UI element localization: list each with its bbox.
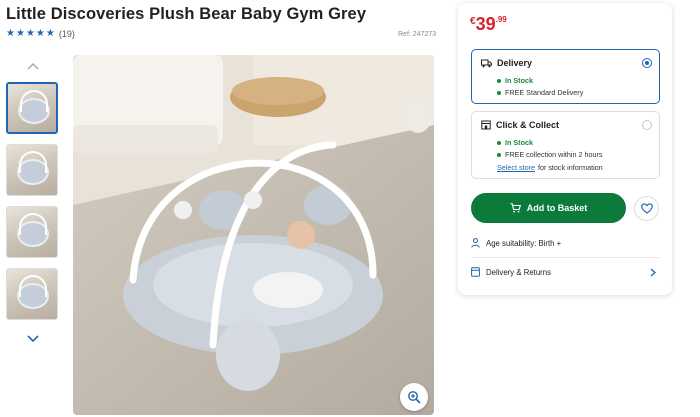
thumbnail[interactable]: [6, 206, 58, 258]
zoom-button[interactable]: [400, 383, 428, 411]
delivery-radio[interactable]: [642, 58, 652, 68]
thumbnail[interactable]: [6, 82, 58, 134]
heart-icon: [640, 203, 653, 214]
select-store-link[interactable]: Select store: [497, 163, 535, 172]
in-stock-dot-icon: [497, 140, 501, 145]
age-suitability-row: Age suitability: Birth +: [471, 238, 660, 248]
collect-detail-text: FREE collection within 2 hours: [505, 150, 603, 159]
main-product-image[interactable]: [73, 55, 434, 415]
click-collect-option[interactable]: Click & Collect In Stock FREE collection…: [471, 111, 660, 179]
chevron-right-icon: [650, 268, 656, 276]
delivery-detail-text: FREE Standard Delivery: [505, 88, 584, 97]
delivery-returns-row[interactable]: Delivery & Returns: [471, 267, 660, 277]
divider: [471, 257, 660, 258]
truck-icon: [481, 59, 492, 67]
star-icon: ★: [45, 28, 55, 39]
star-icon: ★: [25, 28, 35, 39]
star-icon: ★: [6, 28, 15, 39]
delivery-stock-text: In Stock: [505, 76, 533, 85]
thumbnail[interactable]: [6, 144, 58, 196]
in-stock-dot-icon: [497, 90, 501, 95]
rating[interactable]: ★ ★ ★ ★ ★ (19): [6, 29, 75, 40]
add-to-basket-button[interactable]: Add to Basket: [471, 193, 626, 223]
thumbnail[interactable]: [6, 268, 58, 320]
collect-radio[interactable]: [642, 120, 652, 130]
collect-stock-text: In Stock: [505, 138, 533, 147]
price: € 39 .99: [470, 13, 507, 35]
wishlist-button[interactable]: [634, 196, 659, 221]
select-store-row: Select store for stock information: [497, 163, 603, 172]
buy-box: € 39 .99 Delivery In Stock FREE Standard…: [458, 3, 672, 295]
collect-stock: In Stock: [497, 138, 533, 147]
thumbnail-list: [6, 82, 60, 330]
collect-label: Click & Collect: [496, 120, 560, 130]
star-rating: ★ ★ ★ ★ ★: [6, 29, 55, 39]
delivery-returns-text: Delivery & Returns: [486, 267, 551, 277]
chevron-down-icon[interactable]: [27, 335, 39, 343]
zoom-in-icon: [408, 391, 421, 404]
product-ref: Ref: 247273: [398, 31, 437, 38]
delivery-label: Delivery: [497, 58, 533, 68]
product-title: Little Discoveries Plush Bear Baby Gym G…: [6, 5, 367, 23]
in-stock-dot-icon: [497, 152, 501, 157]
delivery-stock: In Stock: [497, 76, 533, 85]
box-icon: [471, 267, 480, 277]
in-stock-dot-icon: [497, 78, 501, 83]
price-whole: 39: [475, 14, 496, 34]
delivery-option[interactable]: Delivery In Stock FREE Standard Delivery: [471, 49, 660, 104]
collect-detail: FREE collection within 2 hours: [497, 150, 602, 159]
person-icon: [471, 238, 480, 248]
chevron-up-icon[interactable]: [27, 62, 39, 70]
select-store-suffix: for stock information: [537, 163, 603, 172]
star-icon: ★: [35, 28, 45, 39]
review-count[interactable]: (19): [59, 29, 75, 39]
product-photo: [73, 55, 434, 415]
star-icon: ★: [15, 28, 25, 39]
basket-icon: [510, 203, 521, 213]
age-suitability-text: Age suitability: Birth +: [486, 238, 562, 248]
price-decimal: .99: [495, 15, 507, 24]
add-to-basket-label: Add to Basket: [526, 203, 588, 213]
store-icon: [481, 120, 491, 130]
delivery-detail: FREE Standard Delivery: [497, 88, 583, 97]
